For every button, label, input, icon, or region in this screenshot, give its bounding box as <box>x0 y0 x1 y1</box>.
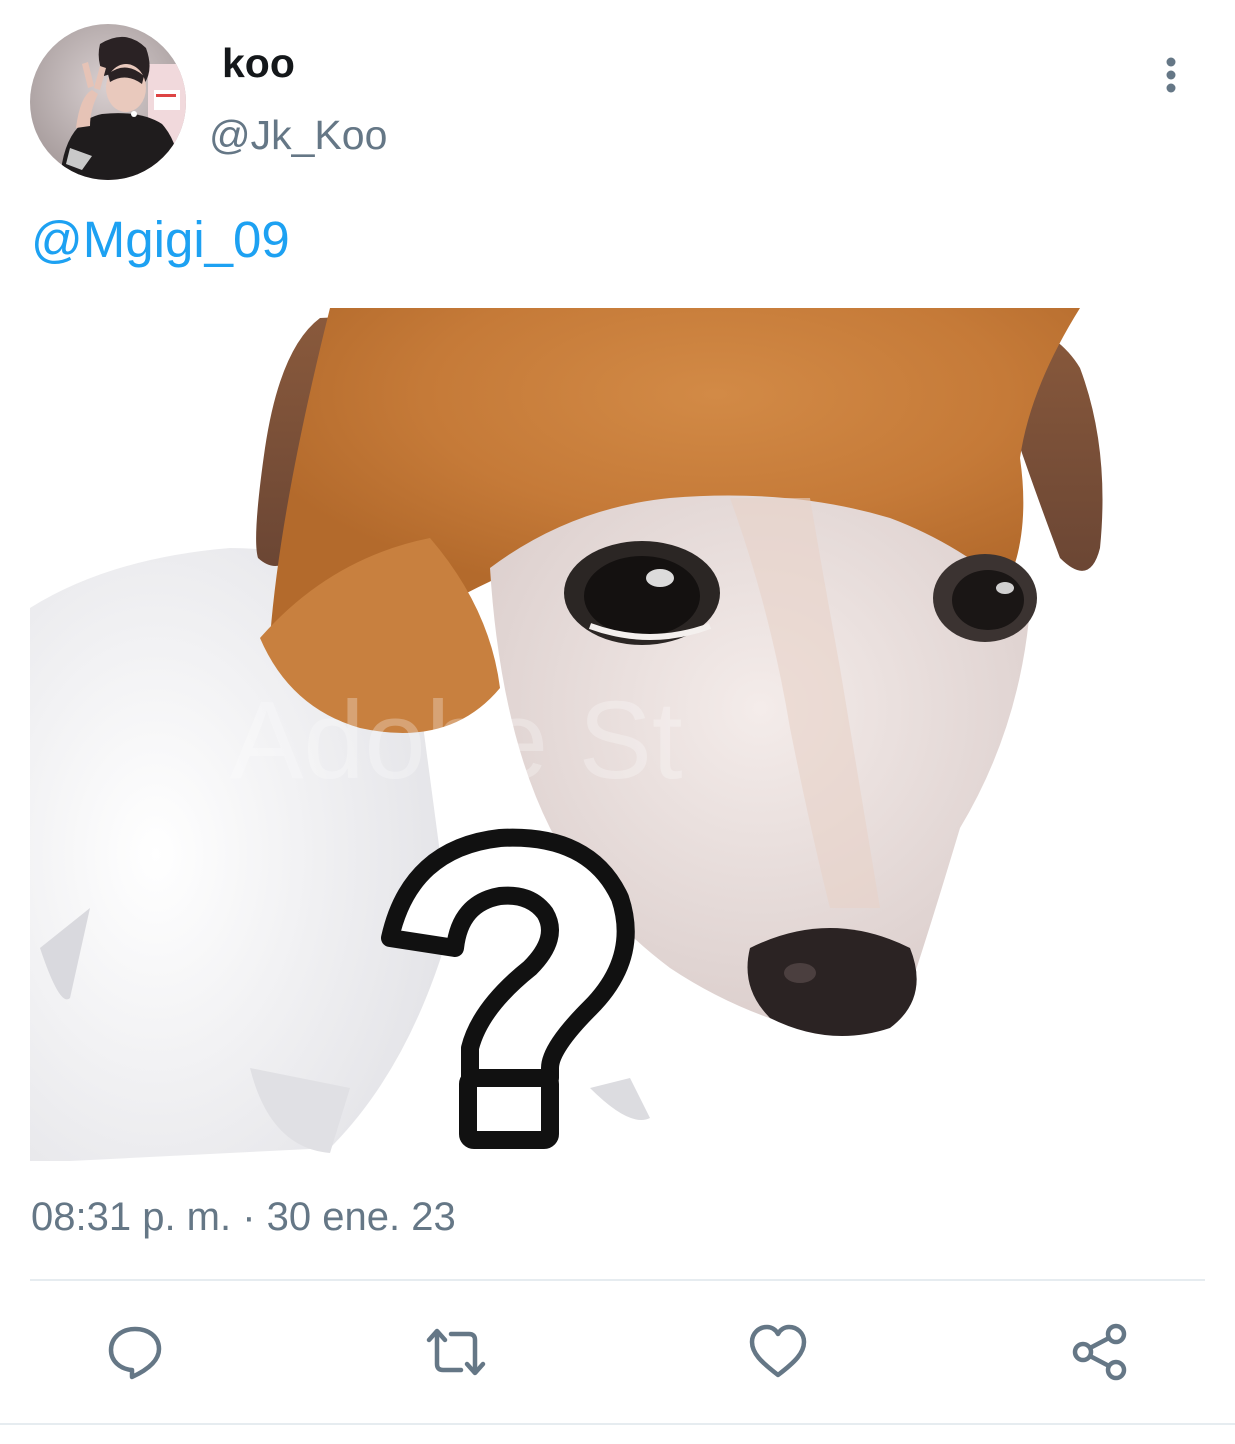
reply-icon <box>108 1326 162 1380</box>
tweet-timestamp[interactable]: 08:31 p. m. · 30 ene. 23 <box>31 1194 456 1240</box>
tweet-card: koo @Jk_Koo @Mgigi_09 Adobe St 08:31 p. … <box>0 0 1235 1444</box>
author-handle[interactable]: @Jk_Koo <box>209 112 387 158</box>
retweet-button[interactable] <box>422 1318 490 1386</box>
watermark-text: Adobe St <box>230 679 683 802</box>
retweet-icon <box>426 1328 486 1376</box>
divider <box>30 1279 1205 1281</box>
share-button[interactable] <box>1066 1318 1134 1386</box>
more-options-button[interactable] <box>1146 50 1196 100</box>
like-button[interactable] <box>744 1318 812 1386</box>
reply-button[interactable] <box>101 1318 169 1386</box>
avatar-image <box>30 24 186 180</box>
bottom-divider <box>0 1423 1235 1425</box>
heart-icon <box>749 1324 807 1378</box>
more-vertical-icon <box>1166 57 1176 93</box>
avatar[interactable] <box>30 24 186 180</box>
author-display-name[interactable]: koo <box>222 40 295 86</box>
dog-question-image: Adobe St <box>30 308 1205 1161</box>
mention-link[interactable]: @Mgigi_09 <box>31 212 290 268</box>
tweet-media-image[interactable]: Adobe St <box>30 308 1205 1161</box>
share-icon <box>1072 1323 1127 1381</box>
